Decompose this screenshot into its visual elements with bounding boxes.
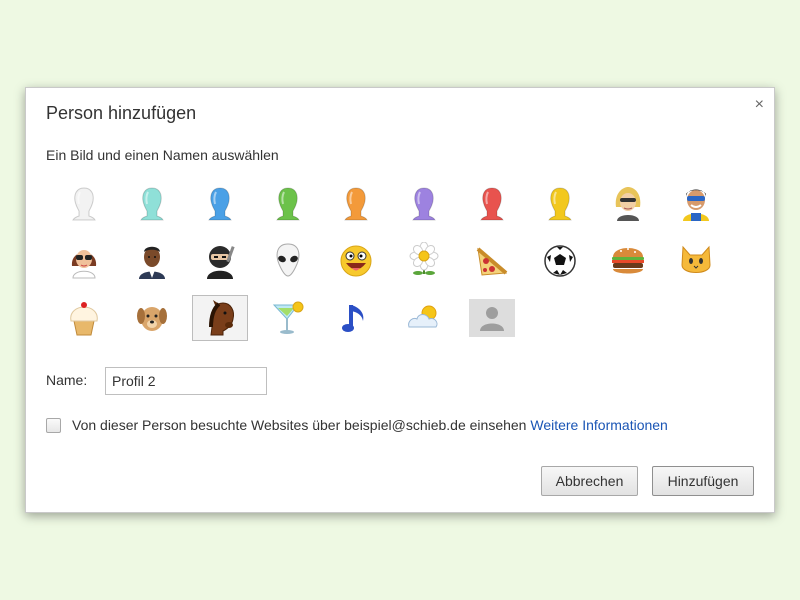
more-info-link[interactable]: Weitere Informationen (530, 417, 667, 433)
blue-silhouette-icon[interactable] (192, 181, 248, 227)
red-silhouette-icon[interactable] (464, 181, 520, 227)
green-silhouette-icon[interactable] (260, 181, 316, 227)
superhero-icon[interactable] (668, 181, 724, 227)
white-silhouette-icon[interactable] (56, 181, 112, 227)
name-label: Name: (46, 372, 88, 388)
dialog-subtitle: Ein Bild und einen Namen auswählen (46, 147, 279, 163)
sun-cloud-icon[interactable] (396, 295, 452, 341)
cocktail-icon[interactable] (260, 295, 316, 341)
supervise-checkbox-label: Von dieser Person besuchte Websites über… (72, 417, 668, 433)
supervise-text: Von dieser Person besuchte Websites über… (72, 417, 527, 433)
cat-icon[interactable] (668, 238, 724, 284)
close-icon[interactable]: × (755, 96, 764, 114)
yellow-silhouette-icon[interactable] (532, 181, 588, 227)
alien-icon[interactable] (260, 238, 316, 284)
placeholder-person-icon[interactable] (464, 295, 520, 341)
orange-silhouette-icon[interactable] (328, 181, 384, 227)
soccer-ball-icon[interactable] (532, 238, 588, 284)
ninja-icon[interactable] (192, 238, 248, 284)
cupcake-icon[interactable] (56, 295, 112, 341)
burger-icon[interactable] (600, 238, 656, 284)
dialog-title: Person hinzufügen (46, 103, 197, 123)
teal-silhouette-icon[interactable] (124, 181, 180, 227)
name-input[interactable] (105, 367, 267, 395)
dog-icon[interactable] (124, 295, 180, 341)
music-note-icon[interactable] (328, 295, 384, 341)
purple-silhouette-icon[interactable] (396, 181, 452, 227)
supervise-checkbox[interactable] (46, 418, 61, 433)
businessman-icon[interactable] (124, 238, 180, 284)
horse-icon[interactable] (192, 295, 248, 341)
add-person-dialog: Person hinzufügen × Ein Bild und einen N… (25, 87, 775, 513)
blonde-businesswoman-icon[interactable] (600, 181, 656, 227)
woman-sunglasses-icon[interactable] (56, 238, 112, 284)
add-button[interactable]: Hinzufügen (652, 466, 754, 496)
smiley-icon[interactable] (328, 238, 384, 284)
pizza-icon[interactable] (464, 238, 520, 284)
flower-icon[interactable] (396, 238, 452, 284)
cancel-button[interactable]: Abbrechen (541, 466, 638, 496)
